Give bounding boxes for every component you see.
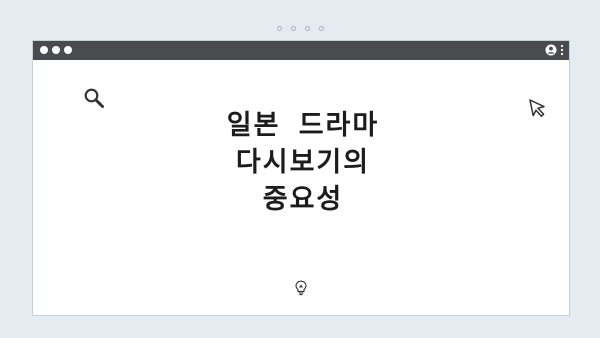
pagination-dot[interactable] bbox=[318, 26, 324, 31]
pagination-dot[interactable] bbox=[290, 26, 296, 31]
page-title-line: 중요성 bbox=[262, 184, 344, 215]
pagination-dots bbox=[0, 26, 600, 31]
search-icon bbox=[84, 88, 104, 108]
profile-icon[interactable] bbox=[545, 44, 557, 56]
window-controls bbox=[40, 46, 72, 54]
titlebar-actions bbox=[545, 44, 564, 56]
window-minimize-button[interactable] bbox=[52, 46, 60, 54]
window-close-button[interactable] bbox=[40, 46, 48, 54]
page-title-line: 다시보기의 bbox=[235, 147, 371, 178]
page-title-line: 일본 드라마 bbox=[226, 110, 380, 141]
kebab-menu-icon[interactable] bbox=[560, 44, 564, 56]
pagination-dot[interactable] bbox=[304, 26, 310, 31]
window-titlebar bbox=[33, 41, 569, 60]
pagination-dot[interactable] bbox=[276, 26, 282, 31]
cursor-arrow-icon bbox=[529, 99, 545, 117]
window-maximize-button[interactable] bbox=[64, 46, 72, 54]
page-title: 일본 드라마 다시보기의 중요성 bbox=[183, 107, 423, 218]
browser-window: 일본 드라마 다시보기의 중요성 bbox=[32, 40, 570, 316]
lightbulb-icon bbox=[295, 280, 307, 296]
